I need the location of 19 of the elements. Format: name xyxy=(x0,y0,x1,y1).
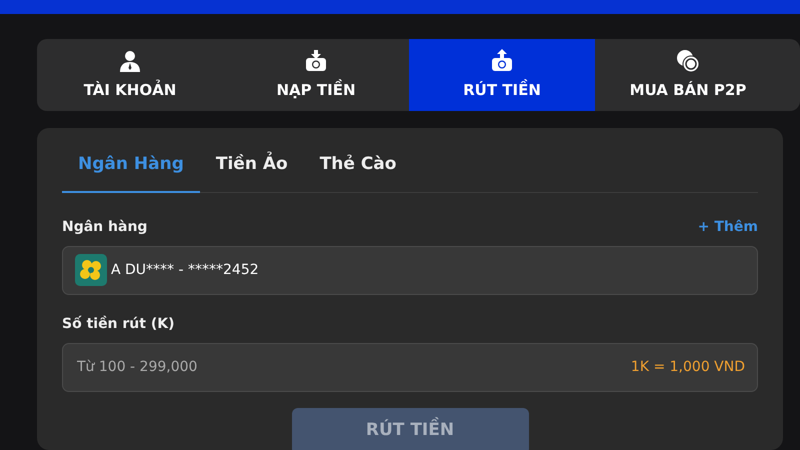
main-tab[interactable]: NẠP TIỀN xyxy=(223,39,409,111)
main-tab[interactable]: MUA BÁN P2P xyxy=(595,39,781,111)
main-tab[interactable]: TÀI KHOẢN xyxy=(37,39,223,111)
bank-select[interactable]: A DU**** - *****2452 xyxy=(62,246,758,294)
bank-logo-icon xyxy=(75,254,107,286)
amount-input[interactable]: Từ 100 - 299,000 xyxy=(75,356,631,378)
money-box-down-icon xyxy=(304,48,328,73)
rate-text: 1K = 1,000 VND xyxy=(630,358,745,376)
money-box-up-icon xyxy=(490,48,514,73)
field-label: Số tiền rút (K) xyxy=(62,316,174,332)
method-tab[interactable]: Tiền Ảo xyxy=(200,142,304,192)
person-icon xyxy=(118,48,142,73)
amount-field[interactable]: Từ 100 - 299,000 1K = 1,000 VND xyxy=(62,342,758,392)
method-tab[interactable]: Thẻ Cào xyxy=(304,142,412,192)
main-tab[interactable]: RÚT TIỀN xyxy=(409,39,595,111)
field-label: Ngân hàng xyxy=(62,218,148,236)
coins-icon xyxy=(676,48,700,73)
method-tab[interactable]: Ngân Hàng xyxy=(62,142,200,192)
add-link[interactable]: + Thêm xyxy=(698,216,758,238)
